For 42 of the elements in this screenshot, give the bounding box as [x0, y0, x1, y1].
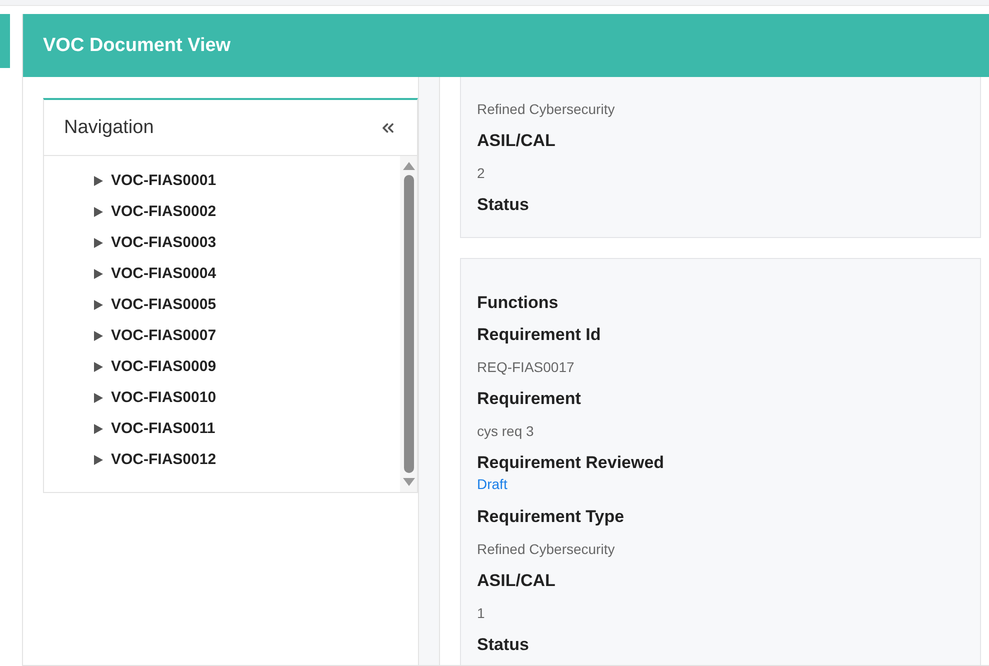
field-label: Requirement Reviewed — [477, 452, 664, 474]
caret-icon — [94, 362, 103, 372]
tree-item[interactable]: VOC-FIAS0004 — [94, 258, 216, 289]
field-value: cys req 3 — [477, 422, 534, 441]
scrollbar[interactable] — [400, 156, 417, 492]
caret-icon — [94, 238, 103, 248]
tree-item[interactable]: VOC-FIAS0005 — [94, 289, 216, 320]
status-link[interactable]: Draft — [477, 473, 508, 495]
tree-item[interactable]: VOC-FIAS0003 — [94, 227, 216, 258]
field-label: Functions — [477, 292, 558, 314]
caret-icon — [94, 424, 103, 434]
field-label: Requirement Type — [477, 506, 624, 528]
tree-item[interactable]: VOC-FIAS0007 — [94, 320, 216, 351]
field-value: REQ-FIAS0017 — [477, 358, 574, 377]
scroll-up-icon[interactable] — [402, 162, 414, 170]
caret-icon — [94, 330, 103, 340]
field-value: 2 — [477, 164, 485, 183]
field-label: Status — [477, 634, 529, 656]
panel-title: Navigation — [64, 116, 154, 138]
caret-icon — [94, 454, 103, 464]
window-title: VOC Document View — [43, 34, 231, 56]
tree-item[interactable]: VOC-FIAS0012 — [94, 444, 216, 475]
field-label: Requirement Id — [477, 324, 601, 346]
scroll-down-icon[interactable] — [402, 478, 414, 486]
field-value: Refined Cybersecurity — [477, 100, 615, 119]
caret-icon — [94, 268, 103, 278]
field-value: 1 — [477, 604, 485, 623]
field-label: ASIL/CAL — [477, 570, 556, 592]
tree-item[interactable]: VOC-FIAS0009 — [94, 351, 216, 382]
field-value: Refined Cybersecurity — [477, 540, 615, 559]
scroll-thumb[interactable] — [404, 175, 414, 473]
caret-icon — [94, 392, 103, 402]
tree-item[interactable]: VOC-FIAS0001 — [94, 165, 216, 196]
field-label: ASIL/CAL — [477, 130, 556, 152]
field-label: Status — [477, 194, 529, 216]
tree-item[interactable]: VOC-FIAS0011 — [94, 413, 216, 444]
tree-item[interactable]: VOC-FIAS0010 — [94, 382, 216, 413]
caret-icon — [94, 176, 103, 186]
caret-icon — [94, 206, 103, 216]
caret-icon — [94, 300, 103, 310]
tree-item[interactable]: VOC-FIAS0002 — [94, 196, 216, 227]
field-label: Requirement — [477, 388, 581, 410]
